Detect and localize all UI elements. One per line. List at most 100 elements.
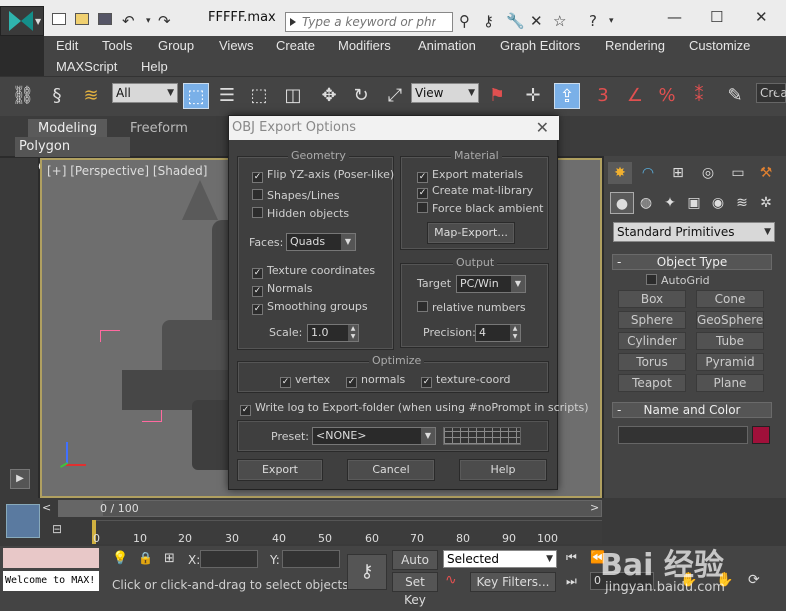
- space-warps-icon[interactable]: ≋: [730, 192, 754, 214]
- polygon-modeling-panel[interactable]: Polygon Modeling: [15, 137, 130, 174]
- new-file-icon[interactable]: [52, 13, 66, 25]
- flip-yz-checkbox[interactable]: ✓ Flip YZ-axis (Poser-like): [252, 168, 394, 183]
- rotate-icon[interactable]: ↻: [348, 83, 374, 109]
- menu-tools[interactable]: Tools: [102, 38, 132, 53]
- window-crossing-icon[interactable]: ◫: [280, 83, 306, 109]
- flip-yz-box[interactable]: ✓: [252, 172, 263, 183]
- preset-dropdown[interactable]: <NONE> ▼: [312, 427, 436, 445]
- texture-coordinates-box[interactable]: ✓: [252, 268, 263, 279]
- open-folder-icon[interactable]: [75, 13, 89, 25]
- spinner-arrows-icon[interactable]: ▲ ▼: [510, 325, 520, 341]
- hidden-objects-checkbox[interactable]: Hidden objects: [252, 207, 349, 221]
- play-icon[interactable]: ▶: [10, 469, 30, 489]
- set-key-mode-icon[interactable]: ⚷: [347, 554, 387, 590]
- spinner-arrows-icon[interactable]: ▲ ▼: [348, 325, 358, 341]
- bind-space-warp-icon[interactable]: ≋: [78, 83, 104, 109]
- app-logo-menu-button[interactable]: ▼: [0, 6, 44, 36]
- vertex-box[interactable]: ✓: [280, 377, 291, 388]
- unlink-icon[interactable]: §: [44, 83, 70, 109]
- pyramid-button[interactable]: Pyramid: [696, 353, 764, 371]
- optimize-normals-box[interactable]: ✓: [346, 377, 357, 388]
- go-to-start-icon[interactable]: ⏮: [566, 550, 577, 565]
- pivot-center-icon[interactable]: ⚑: [484, 83, 510, 109]
- torus-button[interactable]: Torus: [618, 353, 686, 371]
- scale-icon[interactable]: ⤢: [382, 83, 408, 109]
- search-input[interactable]: [286, 13, 436, 31]
- texture-coordinates-checkbox[interactable]: ✓ Texture coordinates: [252, 264, 375, 279]
- maximize-icon[interactable]: ☐: [710, 8, 723, 26]
- undo-dropdown-icon[interactable]: ▾: [146, 13, 151, 29]
- export-materials-box[interactable]: ✓: [417, 172, 428, 183]
- cancel-button[interactable]: Cancel: [347, 459, 435, 481]
- smoothing-groups-checkbox[interactable]: ✓ Smoothing groups: [252, 300, 368, 315]
- x-coordinate-field[interactable]: [200, 550, 258, 568]
- optimize-normals-checkbox[interactable]: ✓ normals: [346, 373, 405, 388]
- undo-icon[interactable]: ↶: [122, 13, 135, 29]
- key-mode-dropdown[interactable]: Selected: [443, 550, 557, 568]
- menu-graph-editors[interactable]: Graph Editors: [500, 38, 580, 53]
- hierarchy-tab-icon[interactable]: ⊞: [666, 162, 690, 184]
- export-materials-checkbox[interactable]: ✓ Export materials: [417, 168, 523, 183]
- motion-tab-icon[interactable]: ◎: [696, 162, 720, 184]
- lights-icon[interactable]: ✦: [658, 192, 682, 214]
- menu-views[interactable]: Views: [219, 38, 253, 53]
- time-slider-thumb[interactable]: [59, 501, 103, 516]
- box-button[interactable]: Box: [618, 290, 686, 308]
- lock-icon[interactable]: 🔒: [138, 551, 153, 565]
- chevron-down-icon[interactable]: ▼: [511, 276, 525, 292]
- export-button[interactable]: Export: [237, 459, 323, 481]
- plane-button[interactable]: Plane: [696, 374, 764, 392]
- autogrid-checkbox[interactable]: AutoGrid: [646, 274, 710, 288]
- cone-button[interactable]: Cone: [696, 290, 764, 308]
- link-icon[interactable]: ⛓: [10, 83, 36, 109]
- time-slider[interactable]: [58, 500, 602, 517]
- timeline-scroll-right-icon[interactable]: >: [590, 501, 599, 514]
- object-color-swatch[interactable]: [752, 426, 770, 444]
- help-icon[interactable]: ?: [589, 13, 597, 29]
- systems-icon[interactable]: ✲: [754, 192, 778, 214]
- curve-editor-icon[interactable]: ⊟: [52, 522, 62, 536]
- star-icon[interactable]: ☆: [553, 13, 566, 29]
- relative-numbers-checkbox[interactable]: relative numbers: [417, 301, 526, 315]
- keyboard-shortcut-override-icon[interactable]: ⇪: [554, 83, 580, 109]
- viewport-label[interactable]: [+] [Perspective] [Shaded]: [47, 164, 207, 178]
- cameras-icon[interactable]: ▣: [682, 192, 706, 214]
- percent-snap-icon[interactable]: %: [654, 83, 680, 109]
- preset-grid-icon[interactable]: [443, 427, 521, 445]
- auto-key-button[interactable]: Auto Key: [392, 550, 438, 585]
- display-tab-icon[interactable]: ▭: [726, 162, 750, 184]
- mini-listener-icon[interactable]: [6, 504, 40, 538]
- ribbon-tab-freeform[interactable]: Freeform: [120, 119, 198, 139]
- absolute-mode-icon[interactable]: ⊞: [164, 551, 175, 566]
- geometry-icon[interactable]: ●: [610, 192, 634, 214]
- move-icon[interactable]: ✥: [316, 83, 342, 109]
- key-filters-button[interactable]: Key Filters...: [470, 572, 556, 592]
- selection-filter-dropdown[interactable]: All: [112, 83, 178, 103]
- faces-dropdown[interactable]: Quads ▼: [286, 233, 356, 251]
- primitive-category-dropdown[interactable]: Standard Primitives: [613, 222, 775, 242]
- texture-coord-box[interactable]: ✓: [421, 377, 432, 388]
- map-export-button[interactable]: Map-Export...: [427, 222, 515, 244]
- helpers-icon[interactable]: ◉: [706, 192, 730, 214]
- named-selection-field[interactable]: Crea: [756, 83, 786, 103]
- default-tangents-icon[interactable]: ∿: [445, 572, 457, 588]
- save-icon[interactable]: [98, 13, 112, 25]
- hidden-objects-box[interactable]: [252, 207, 263, 218]
- sphere-button[interactable]: Sphere: [618, 311, 686, 329]
- menu-edit[interactable]: Edit: [56, 38, 78, 53]
- modify-tab-icon[interactable]: ◠: [636, 162, 660, 184]
- menu-create[interactable]: Create: [276, 38, 315, 53]
- reference-coordinate-dropdown[interactable]: View: [411, 83, 479, 103]
- redo-icon[interactable]: ↷: [158, 13, 171, 29]
- zoom-icon[interactable]: ⟳: [748, 572, 760, 588]
- rectangular-selection-icon[interactable]: ⬚: [246, 83, 272, 109]
- write-log-box[interactable]: ✓: [240, 405, 251, 416]
- binoculars-icon[interactable]: ⚲: [459, 13, 470, 29]
- write-log-checkbox[interactable]: ✓ Write log to Export-folder (when using …: [240, 401, 589, 416]
- wrench-icon[interactable]: 🔧: [506, 13, 525, 29]
- set-key-button[interactable]: Set Key: [392, 572, 438, 607]
- chevron-down-icon[interactable]: ▼: [341, 234, 355, 250]
- object-name-field[interactable]: [618, 426, 748, 444]
- force-black-ambient-box[interactable]: [417, 202, 428, 213]
- menu-modifiers[interactable]: Modifiers: [338, 38, 391, 53]
